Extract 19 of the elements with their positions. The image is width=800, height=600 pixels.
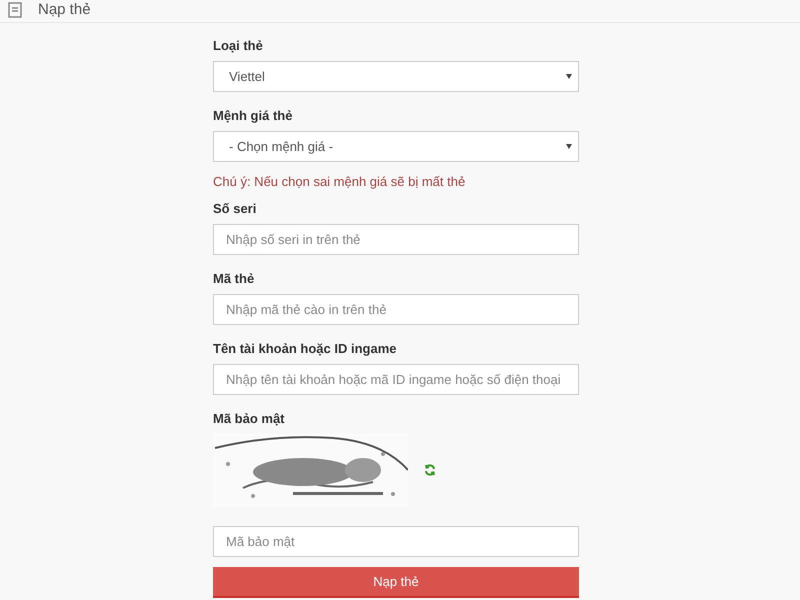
dropdown[interactable]: Viettel (213, 61, 579, 92)
field-label: Mã thẻ (213, 271, 256, 286)
input-field[interactable]: Nhập mã thẻ cào in trên thẻ (213, 294, 579, 325)
page-title: Nạp thẻ (38, 0, 91, 20)
field-label: Số seri (213, 201, 258, 216)
field-label: Mệnh giá thẻ (213, 108, 294, 123)
warning-note: Chú ý: Nếu chọn sai mệnh giá sẽ bị mất thẻ (213, 174, 466, 189)
refresh-icon[interactable] (424, 464, 436, 476)
input-field[interactable]: Nhập tên tài khoản hoặc mã ID ingame hoặc số điện thoại (213, 364, 579, 395)
dropdown[interactable]: - Chọn mệnh giá - (213, 131, 579, 162)
field-label: Loại thẻ (213, 38, 264, 53)
document-icon (8, 2, 22, 18)
field-label: Tên tài khoản hoặc ID ingame (213, 341, 398, 356)
input-field[interactable]: Mã bảo mật (213, 526, 579, 557)
caret-icon (566, 144, 572, 149)
input-field[interactable]: Nhập số seri in trên thẻ (213, 224, 579, 255)
caret-icon (566, 74, 572, 79)
field-label: Mã bảo mật (213, 411, 286, 426)
submit-button[interactable]: Nạp thẻ (213, 567, 579, 598)
